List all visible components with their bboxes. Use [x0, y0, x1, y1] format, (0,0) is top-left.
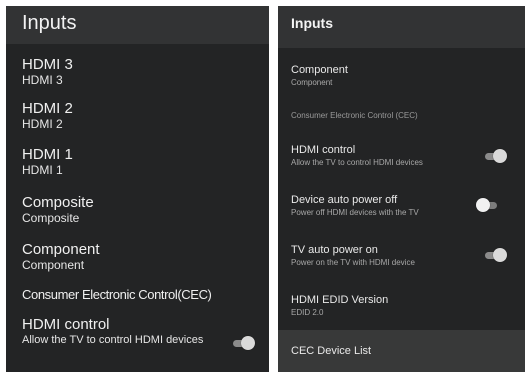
hdmi-edid-version-title: HDMI EDID Version	[291, 294, 389, 306]
right-settings-panel: Inputs Component Component Consumer Elec…	[278, 6, 525, 372]
input-item-subtitle: HDMI 1	[22, 163, 63, 177]
input-item-hdmi3[interactable]: HDMI 3 HDMI 3	[22, 56, 261, 88]
input-item-subtitle: Component	[22, 258, 85, 272]
input-item-title: HDMI 3	[22, 56, 73, 73]
component-item[interactable]: Component Component	[291, 63, 517, 88]
device-auto-power-off-toggle[interactable]	[476, 198, 498, 212]
hdmi-control-toggle[interactable]	[484, 149, 507, 163]
cec-section-label: Consumer Electronic Control(CEC)	[22, 287, 212, 302]
hdmi-control-subtitle: Allow the TV to control HDMI devices	[22, 334, 204, 346]
toggle-knob	[476, 198, 490, 212]
cec-device-list-label: CEC Device List	[291, 345, 372, 357]
input-item-subtitle: HDMI 2	[22, 117, 63, 131]
component-subtitle: Component	[291, 78, 333, 87]
input-item-title: Composite	[22, 194, 94, 211]
input-item-hdmi2[interactable]: HDMI 2 HDMI 2	[22, 100, 261, 132]
hdmi-edid-version-item[interactable]: HDMI EDID Version EDID 2.0	[291, 293, 517, 318]
left-page-title: Inputs	[22, 12, 77, 34]
component-title: Component	[291, 64, 348, 76]
cec-section-header: Consumer Electronic Control (CEC)	[291, 111, 418, 120]
input-item-title: HDMI 2	[22, 100, 73, 117]
tv-auto-power-on-toggle[interactable]	[484, 248, 507, 262]
toggle-knob	[241, 336, 255, 350]
input-item-title: Component	[22, 241, 100, 258]
hdmi-control-toggle[interactable]	[232, 336, 255, 350]
hdmi-edid-version-subtitle: EDID 2.0	[291, 308, 324, 317]
input-item-composite[interactable]: Composite Composite	[22, 194, 261, 226]
right-panel-header: Inputs	[278, 6, 525, 48]
left-panel-header: Inputs	[6, 6, 269, 44]
hdmi-control-title: HDMI control	[22, 316, 110, 333]
input-item-title: HDMI 1	[22, 146, 73, 163]
hdmi-control-row[interactable]: HDMI control Allow the TV to control HDM…	[22, 316, 261, 348]
cec-device-list-item[interactable]: CEC Device List	[278, 330, 525, 372]
input-item-subtitle: Composite	[22, 211, 80, 225]
input-item-subtitle: HDMI 3	[22, 73, 63, 87]
left-settings-panel: Inputs HDMI 3 HDMI 3 HDMI 2 HDMI 2 HDMI …	[6, 6, 269, 372]
input-item-hdmi1[interactable]: HDMI 1 HDMI 1	[22, 146, 261, 178]
toggle-knob	[493, 149, 507, 163]
toggle-knob	[493, 248, 507, 262]
input-item-component[interactable]: Component Component	[22, 241, 261, 273]
right-page-title: Inputs	[291, 15, 333, 31]
